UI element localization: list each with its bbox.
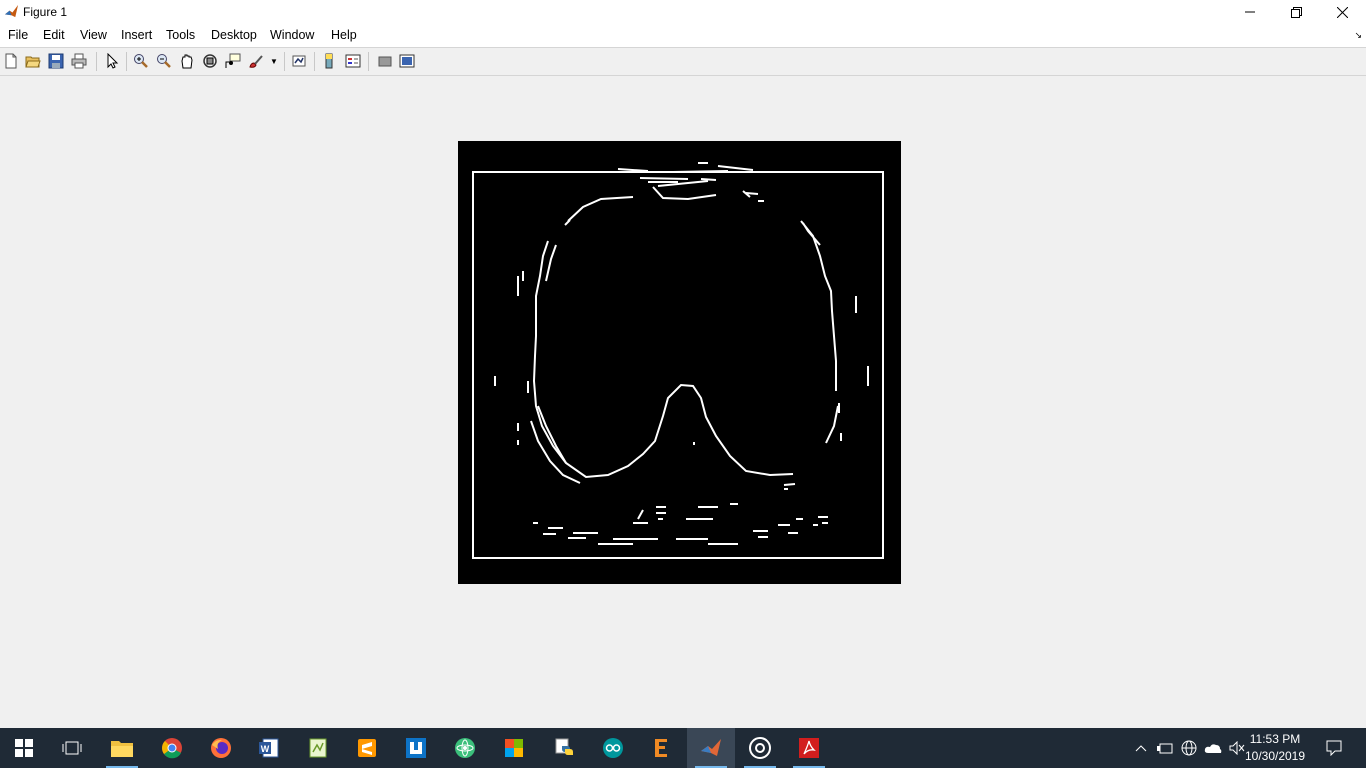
top-edge-cluster <box>617 162 764 202</box>
chevron-up-icon <box>1135 745 1147 752</box>
acrobat-icon <box>799 738 819 758</box>
right-lobe-edge <box>800 220 839 444</box>
link-plot-icon[interactable] <box>291 53 307 69</box>
firefox-icon <box>211 738 231 758</box>
svg-text:W: W <box>261 744 270 754</box>
menu-window[interactable]: Window <box>270 28 314 42</box>
toolbar-separator <box>96 52 97 71</box>
notepad-plus-icon <box>309 738 327 758</box>
python-icon <box>555 738 573 755</box>
colorbar-icon[interactable] <box>322 53 338 69</box>
print-icon[interactable] <box>71 53 87 69</box>
menu-help[interactable]: Help <box>331 28 357 42</box>
chrome-icon <box>162 738 182 759</box>
menu-bar: File Edit View Insert Tools Desktop Wind… <box>0 24 1366 47</box>
toolbar-separator <box>126 52 127 71</box>
taskbar-file-explorer[interactable] <box>98 728 146 768</box>
onedrive-cloud-icon <box>1204 744 1222 753</box>
close-button[interactable] <box>1319 0 1365 24</box>
zoom-out-icon[interactable] <box>156 53 172 69</box>
menu-file[interactable]: File <box>8 28 28 42</box>
toolbar-separator <box>368 52 369 71</box>
taskbar-matlab[interactable] <box>687 728 735 768</box>
save-icon[interactable] <box>48 53 64 69</box>
menu-edit[interactable]: Edit <box>43 28 65 42</box>
start-icon <box>15 739 33 757</box>
word-icon: W <box>259 738 279 758</box>
pointer-icon[interactable] <box>104 53 120 69</box>
taskbar-acrobat[interactable] <box>785 728 833 768</box>
scattered-edge-marks <box>494 271 869 490</box>
taskbar-word[interactable]: W <box>245 728 293 768</box>
eclipse-icon <box>655 739 667 757</box>
minimize-button[interactable] <box>1227 0 1273 24</box>
battery-icon <box>1157 743 1173 754</box>
task-view-icon <box>62 741 82 755</box>
menu-desktop[interactable]: Desktop <box>211 28 257 42</box>
figure-toolbar: ▼ <box>0 47 1366 76</box>
taskbar-app[interactable] <box>392 728 440 768</box>
restore-button[interactable] <box>1273 0 1319 24</box>
minimize-icon <box>1245 11 1255 13</box>
open-file-icon[interactable] <box>25 53 41 69</box>
menu-insert[interactable]: Insert <box>121 28 152 42</box>
brush-icon[interactable] <box>248 53 264 69</box>
action-center-button[interactable] <box>1320 728 1348 768</box>
file-explorer-icon <box>111 741 133 757</box>
sublime-icon <box>358 739 376 757</box>
title-bar: Figure 1 <box>0 0 1366 24</box>
show-hidden-icons-button[interactable] <box>1131 728 1151 768</box>
task-view-button[interactable] <box>48 728 96 768</box>
edge-detection-image <box>458 141 901 584</box>
menu-view[interactable]: View <box>80 28 107 42</box>
menu-overflow-arrow-icon[interactable]: ↘ <box>1354 30 1362 41</box>
clock-time: 11:53 PM <box>1249 732 1301 746</box>
taskbar-arduino[interactable] <box>589 728 637 768</box>
pan-icon[interactable] <box>179 53 195 69</box>
close-icon <box>1336 6 1348 18</box>
bottom-edge-cluster <box>533 503 828 545</box>
matlab-icon <box>701 739 721 756</box>
taskbar-clock[interactable]: 11:53 PM 10/30/2019 <box>1240 731 1310 765</box>
notification-icon <box>1326 740 1342 756</box>
taskbar-office[interactable] <box>490 728 538 768</box>
left-lobe-edge <box>532 196 794 479</box>
edge-image-drawing <box>472 162 884 559</box>
window-title: Figure 1 <box>23 5 68 19</box>
office-icon <box>505 739 523 757</box>
new-figure-icon[interactable] <box>3 53 19 69</box>
taskbar-python[interactable] <box>540 728 588 768</box>
taskbar-sublime[interactable] <box>343 728 391 768</box>
taskbar-obs[interactable] <box>736 728 784 768</box>
network-globe-icon <box>1181 740 1197 756</box>
taskbar-firefox[interactable] <box>197 728 245 768</box>
menu-tools[interactable]: Tools <box>166 28 195 42</box>
taskbar-eclipse[interactable] <box>637 728 685 768</box>
toolbar-separator <box>284 52 285 71</box>
clock-date: 10/30/2019 <box>1244 749 1306 763</box>
taskbar-chrome[interactable] <box>148 728 196 768</box>
windows-taskbar: W 11:53 PM 10/30/2019 <box>0 728 1366 768</box>
legend-icon[interactable] <box>345 53 361 69</box>
zoom-in-icon[interactable] <box>133 53 149 69</box>
taskbar-notepad-plus[interactable] <box>294 728 342 768</box>
rotate-3d-icon[interactable] <box>202 53 218 69</box>
tray-network[interactable] <box>1178 728 1200 768</box>
app-icon <box>406 738 426 758</box>
tray-battery[interactable] <box>1154 728 1176 768</box>
hide-plot-tools-icon[interactable] <box>377 53 393 69</box>
data-cursor-icon[interactable] <box>225 53 241 69</box>
toolbar-separator <box>314 52 315 71</box>
start-button[interactable] <box>0 728 48 768</box>
tray-onedrive[interactable] <box>1202 728 1224 768</box>
restore-icon <box>1290 6 1302 18</box>
brush-dropdown-arrow-icon[interactable]: ▼ <box>270 57 278 66</box>
obs-icon <box>749 737 771 759</box>
atom-icon <box>455 738 475 758</box>
taskbar-atom[interactable] <box>441 728 489 768</box>
show-plot-tools-icon[interactable] <box>399 53 415 69</box>
matlab-logo-icon <box>4 4 19 19</box>
arduino-icon <box>603 738 623 758</box>
